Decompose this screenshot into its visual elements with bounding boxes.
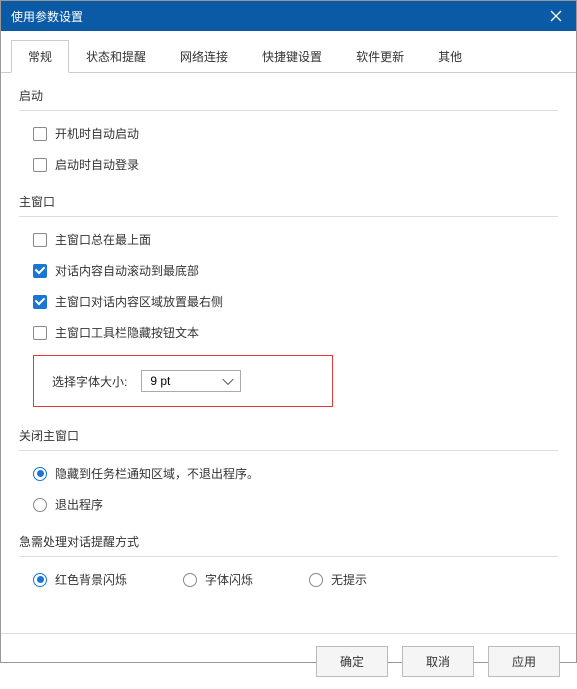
tab-other[interactable]: 其他 <box>421 40 479 73</box>
checkbox-rightplacement-label: 主窗口对话内容区域放置最右侧 <box>55 293 223 310</box>
section-urgent-title: 急需处理对话提醒方式 <box>19 533 558 557</box>
checkbox-autostart-label: 开机时自动启动 <box>55 125 139 142</box>
radio-hidetotray[interactable] <box>33 467 47 481</box>
section-mainwindow-title: 主窗口 <box>19 193 558 217</box>
checkbox-autostart[interactable] <box>33 127 47 141</box>
checkbox-autologin-label: 启动时自动登录 <box>55 156 139 173</box>
radio-fontblink-label: 字体闪烁 <box>205 571 253 588</box>
radio-exit-label: 退出程序 <box>55 496 103 513</box>
checkbox-row-autostart[interactable]: 开机时自动启动 <box>33 125 558 142</box>
radio-row-noprompt[interactable]: 无提示 <box>309 571 367 588</box>
section-startup: 启动 开机时自动启动 启动时自动登录 <box>19 87 558 173</box>
tab-updates[interactable]: 软件更新 <box>339 40 421 73</box>
radio-row-redblink[interactable]: 红色背景闪烁 <box>33 571 127 588</box>
radio-noprompt-label: 无提示 <box>331 571 367 588</box>
close-button[interactable] <box>536 1 576 31</box>
checkbox-rightplacement[interactable] <box>33 295 47 309</box>
window-title: 使用参数设置 <box>11 8 83 25</box>
checkbox-hidetoolbartext[interactable] <box>33 326 47 340</box>
checkbox-row-autologin[interactable]: 启动时自动登录 <box>33 156 558 173</box>
fontsize-highlight-box: 选择字体大小: 9 pt <box>33 355 333 407</box>
checkbox-row-autoscroll[interactable]: 对话内容自动滚动到最底部 <box>33 262 558 279</box>
radio-row-fontblink[interactable]: 字体闪烁 <box>183 571 253 588</box>
tab-general[interactable]: 常规 <box>11 40 69 73</box>
checkbox-autoscroll-label: 对话内容自动滚动到最底部 <box>55 262 199 279</box>
section-mainwindow: 主窗口 主窗口总在最上面 对话内容自动滚动到最底部 主窗口对话内容区域放置最右侧… <box>19 193 558 407</box>
fontsize-value: 9 pt <box>150 374 170 388</box>
footer: 确定 取消 应用 <box>1 633 576 689</box>
tab-bar: 常规 状态和提醒 网络连接 快捷键设置 软件更新 其他 <box>1 31 576 73</box>
tab-status[interactable]: 状态和提醒 <box>69 40 163 73</box>
section-urgent: 急需处理对话提醒方式 红色背景闪烁 字体闪烁 无提示 <box>19 533 558 588</box>
radio-row-hidetotray[interactable]: 隐藏到任务栏通知区域，不退出程序。 <box>33 465 558 482</box>
section-startup-title: 启动 <box>19 87 558 111</box>
checkbox-alwaysontop[interactable] <box>33 233 47 247</box>
radio-redblink[interactable] <box>33 573 47 587</box>
radio-row-exit[interactable]: 退出程序 <box>33 496 558 513</box>
radio-fontblink[interactable] <box>183 573 197 587</box>
titlebar: 使用参数设置 <box>1 1 576 31</box>
checkbox-row-rightplacement[interactable]: 主窗口对话内容区域放置最右侧 <box>33 293 558 310</box>
section-closemain: 关闭主窗口 隐藏到任务栏通知区域，不退出程序。 退出程序 <box>19 427 558 513</box>
checkbox-autoscroll[interactable] <box>33 264 47 278</box>
urgent-radio-group: 红色背景闪烁 字体闪烁 无提示 <box>19 571 558 588</box>
content-area: 启动 开机时自动启动 启动时自动登录 主窗口 主窗口总在最上面 对话内容自动滚动… <box>1 73 576 633</box>
tab-shortcuts[interactable]: 快捷键设置 <box>245 40 339 73</box>
checkbox-row-hidetoolbartext[interactable]: 主窗口工具栏隐藏按钮文本 <box>33 324 558 341</box>
radio-hidetotray-label: 隐藏到任务栏通知区域，不退出程序。 <box>55 465 259 482</box>
checkbox-hidetoolbartext-label: 主窗口工具栏隐藏按钮文本 <box>55 324 199 341</box>
fontsize-select[interactable]: 9 pt <box>141 370 241 392</box>
checkbox-autologin[interactable] <box>33 158 47 172</box>
close-icon <box>550 10 562 22</box>
cancel-button[interactable]: 取消 <box>402 646 474 677</box>
radio-noprompt[interactable] <box>309 573 323 587</box>
checkbox-row-alwaysontop[interactable]: 主窗口总在最上面 <box>33 231 558 248</box>
fontsize-label: 选择字体大小: <box>52 373 127 390</box>
apply-button[interactable]: 应用 <box>488 646 560 677</box>
tab-network[interactable]: 网络连接 <box>163 40 245 73</box>
radio-exit[interactable] <box>33 498 47 512</box>
radio-redblink-label: 红色背景闪烁 <box>55 571 127 588</box>
section-closemain-title: 关闭主窗口 <box>19 427 558 451</box>
checkbox-alwaysontop-label: 主窗口总在最上面 <box>55 231 151 248</box>
ok-button[interactable]: 确定 <box>316 646 388 677</box>
